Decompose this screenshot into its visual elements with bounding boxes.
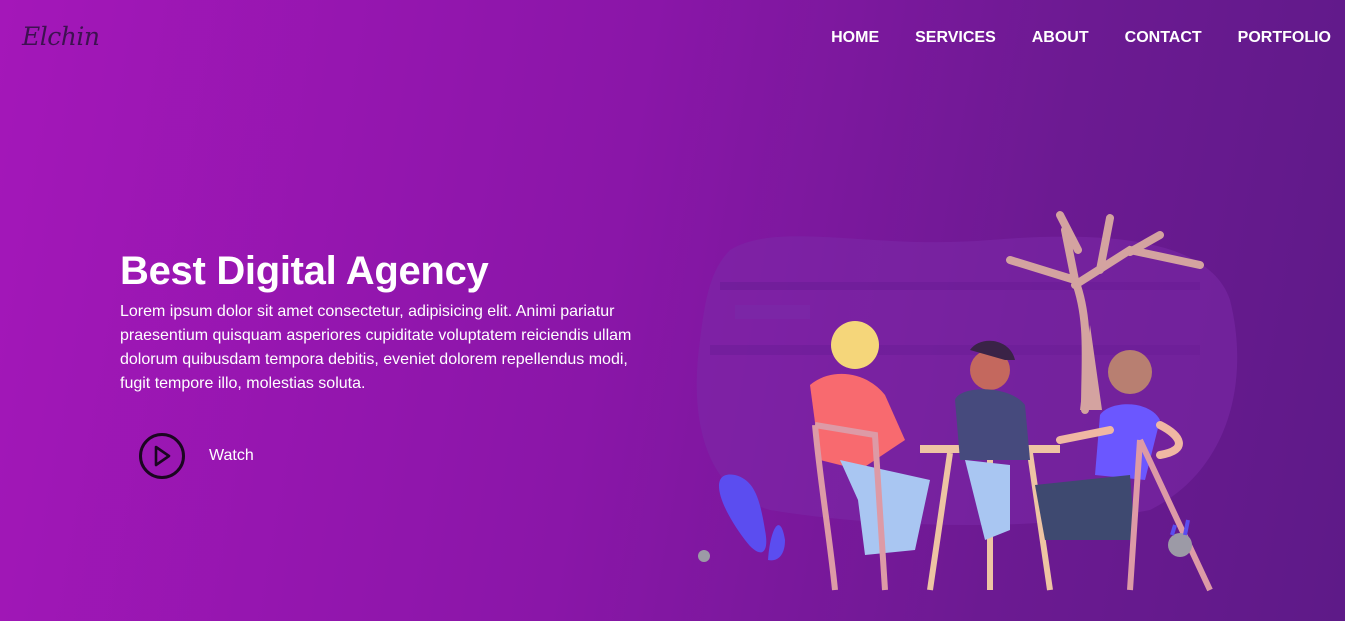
nav-home[interactable]: HOME (831, 29, 879, 47)
nav-about[interactable]: ABOUT (1032, 29, 1089, 47)
nav-portfolio[interactable]: PORTFOLIO (1238, 29, 1331, 47)
brand-logo[interactable]: Elchin (22, 22, 100, 51)
hero-illustration (696, 211, 1238, 592)
hero-description: Lorem ipsum dolor sit amet consectetur, … (120, 303, 632, 392)
play-button[interactable] (139, 433, 185, 479)
watch-button[interactable]: Watch (139, 433, 254, 479)
nav-contact[interactable]: CONTACT (1125, 29, 1202, 47)
nav-services[interactable]: SERVICES (915, 29, 996, 47)
hero-section: Best Digital Agency Lorem ipsum dolor si… (120, 248, 650, 396)
play-icon (154, 445, 171, 467)
watch-label[interactable]: Watch (209, 447, 254, 465)
main-nav: HOME SERVICES ABOUT CONTACT PORTFOLIO (795, 29, 1331, 47)
hero-title: Best Digital Agency (120, 249, 489, 293)
